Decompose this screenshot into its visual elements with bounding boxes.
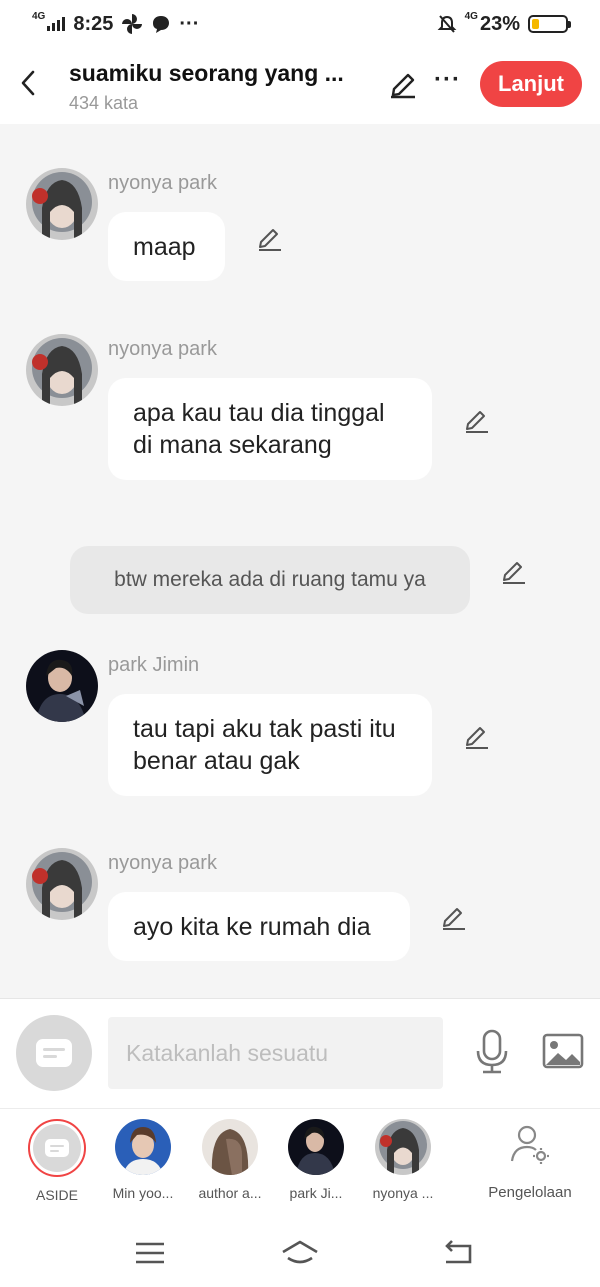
character-label: author a...	[198, 1185, 262, 1201]
aside-icon	[45, 1139, 69, 1157]
message-type-button[interactable]	[16, 1015, 92, 1091]
avatar-park-jimin[interactable]	[26, 650, 98, 722]
avatar-nyonya-park[interactable]	[26, 848, 98, 920]
user-settings-icon	[510, 1125, 549, 1164]
clock: 8:25	[73, 12, 114, 35]
more-notifications: ···	[179, 12, 200, 35]
signal-icon	[47, 17, 66, 31]
edit-message-icon[interactable]	[500, 558, 528, 586]
avatar	[115, 1119, 171, 1175]
character-aside[interactable]: ASIDE	[17, 1119, 97, 1203]
edit-message-icon[interactable]	[440, 904, 468, 932]
next-button[interactable]: Lanjut	[480, 61, 582, 107]
character-label: park Ji...	[289, 1185, 343, 1201]
sender-name: nyonya park	[108, 852, 217, 874]
sender-name: nyonya park	[108, 338, 217, 360]
narration-bubble[interactable]: btw mereka ada di ruang tamu ya	[70, 546, 470, 614]
home-icon[interactable]	[280, 1238, 320, 1268]
message-input[interactable]	[108, 1017, 443, 1089]
battery-percent: 23%	[479, 12, 520, 35]
character-label: Min yoo...	[112, 1185, 174, 1201]
back-button[interactable]	[14, 66, 42, 100]
chat-bubble-icon	[153, 16, 170, 33]
character-label: nyonya ...	[372, 1185, 434, 1201]
edit-message-icon[interactable]	[256, 225, 284, 253]
image-icon[interactable]	[542, 1033, 584, 1069]
chat-card-icon	[36, 1039, 72, 1067]
message-bubble[interactable]: tau tapi aku tak pasti itu benar atau ga…	[108, 694, 432, 796]
avatar	[202, 1119, 258, 1175]
sender-name: park Jimin	[108, 654, 200, 676]
composer-bar	[0, 998, 600, 1108]
message-bubble[interactable]: maap	[108, 212, 225, 281]
system-nav-bar	[0, 1218, 600, 1287]
manage-characters-button[interactable]: Pengelolaan	[484, 1123, 576, 1201]
back-nav-icon[interactable]	[440, 1238, 476, 1268]
character-author[interactable]: author a...	[190, 1119, 270, 1201]
avatar-nyonya-park[interactable]	[26, 334, 98, 406]
edit-message-icon[interactable]	[463, 407, 491, 435]
edit-message-icon[interactable]	[463, 723, 491, 751]
more-options-button[interactable]: ···	[434, 66, 461, 94]
chevron-left-icon	[21, 70, 35, 96]
bell-muted-icon	[437, 15, 457, 33]
character-label: ASIDE	[35, 1187, 78, 1203]
avatar	[375, 1119, 431, 1175]
word-count: 434 kata	[69, 93, 139, 113]
battery-icon	[528, 15, 571, 33]
character-nyonya-park[interactable]: nyonya ...	[363, 1119, 443, 1201]
character-bar: ASIDE Min yoo... author a... park Ji... …	[0, 1108, 600, 1218]
character-min-yoo[interactable]: Min yoo...	[103, 1119, 183, 1201]
story-title: suamiku seorang yang ...	[69, 60, 344, 86]
story-header: suamiku seorang yang ... 434 kata ··· La…	[0, 48, 600, 124]
edit-title-icon[interactable]	[388, 70, 418, 100]
network-type-left: 4G	[32, 10, 46, 22]
pinwheel-app-icon	[122, 14, 143, 34]
manage-label: Pengelolaan	[488, 1184, 572, 1201]
avatar	[288, 1119, 344, 1175]
message-bubble[interactable]: ayo kita ke rumah dia	[108, 892, 410, 961]
chat-area[interactable]: nyonya park maap nyonya park apa kau tau…	[0, 124, 600, 998]
character-park-jimin[interactable]: park Ji...	[276, 1119, 356, 1201]
sender-name: nyonya park	[108, 172, 217, 194]
status-bar: 4G 8:25 ··· 4G 23%	[0, 0, 600, 48]
network-type-right: 4G	[464, 10, 478, 22]
message-bubble[interactable]: apa kau tau dia tinggal di mana sekarang	[108, 378, 432, 480]
microphone-icon[interactable]	[474, 1029, 510, 1075]
avatar-nyonya-park[interactable]	[26, 168, 98, 240]
menu-icon[interactable]	[132, 1238, 168, 1268]
